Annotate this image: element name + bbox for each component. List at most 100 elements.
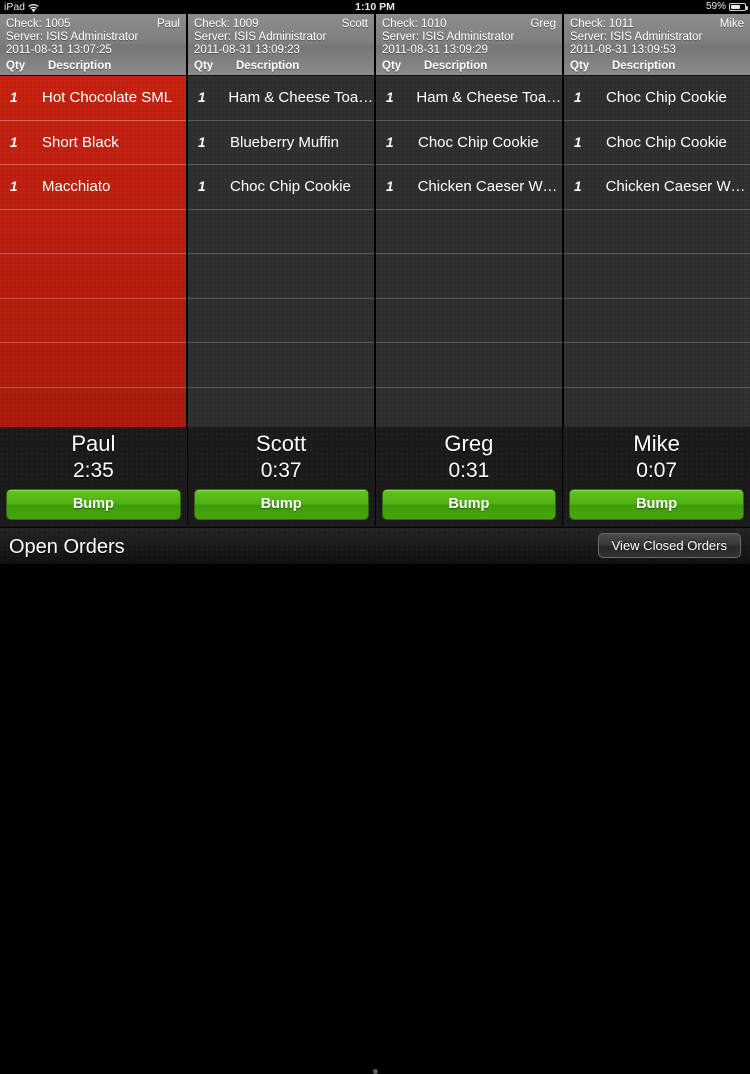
orders-grid: Check: 1005 Paul Server: ISIS Administrato… (0, 14, 750, 427)
order-item-row[interactable]: 1 Choc Chip Cookie (564, 76, 750, 121)
item-qty: 1 (10, 90, 18, 106)
description-column-header: Description (424, 60, 488, 72)
empty-order-row (0, 210, 186, 254)
empty-order-row (188, 388, 374, 428)
item-description: Choc Chip Cookie (230, 178, 351, 196)
item-description: Choc Chip Cookie (606, 133, 727, 151)
item-description: Blueberry Muffin (230, 133, 339, 151)
order-footer-1: Paul 2:35 Bump (0, 427, 188, 527)
order-header: Check: 1011 Mike Server: ISIS Administrato… (564, 14, 750, 76)
order-item-row[interactable]: 1 Ham & Cheese Toastie (376, 76, 562, 121)
item-qty: 1 (574, 134, 582, 150)
column-headers: Qty Description (382, 59, 556, 73)
bump-button[interactable]: Bump (6, 489, 181, 520)
empty-order-row (188, 254, 374, 299)
order-items-list: 1 Hot Chocolate SML 1 Short Black 1 Macchiato (0, 76, 186, 427)
page-indicator-dot[interactable] (373, 1069, 378, 1074)
empty-order-row (376, 388, 562, 428)
order-column-1[interactable]: Check: 1005 Paul Server: ISIS Administrato… (0, 14, 188, 427)
empty-order-row (564, 254, 750, 299)
order-item-row[interactable]: 1 Chicken Caeser Wrap (376, 165, 562, 210)
order-header-row: Check: 1010 Greg (382, 18, 556, 31)
order-header: Check: 1010 Greg Server: ISIS Administrato… (376, 14, 562, 76)
order-column-2[interactable]: Check: 1009 Scott Server: ISIS Administrat… (188, 14, 376, 427)
item-description: Choc Chip Cookie (418, 133, 539, 151)
view-closed-orders-button[interactable]: View Closed Orders (597, 533, 741, 558)
empty-order-row (376, 254, 562, 299)
check-number: Check: 1010 (382, 18, 447, 30)
order-items-list: 1 Ham & Cheese Toastie 1 Blueberry Muffin 1 C… (188, 76, 374, 427)
order-footer-3: Greg 0:31 Bump (376, 427, 564, 527)
order-item-row[interactable]: 1 Hot Chocolate SML (0, 76, 186, 121)
item-description: Macchiato (42, 178, 111, 196)
empty-order-row (564, 343, 750, 388)
empty-order-row (0, 388, 186, 428)
status-bar-clock: 1:10 PM (355, 1, 395, 13)
customer-name: Paul (156, 18, 180, 30)
footer-customer-name: Paul (71, 431, 116, 456)
bump-button[interactable]: Bump (569, 489, 744, 520)
order-header-row: Check: 1009 Scott (194, 18, 368, 31)
item-description: Choc Chip Cookie (606, 89, 727, 107)
order-timer: 0:31 (448, 459, 490, 482)
order-item-row[interactable]: 1 Short Black (0, 121, 186, 165)
item-qty: 1 (198, 179, 206, 195)
order-header: Check: 1005 Paul Server: ISIS Administrato… (0, 14, 186, 76)
empty-order-row (0, 254, 186, 299)
item-qty: 1 (386, 134, 394, 150)
order-timer: 0:37 (260, 459, 302, 482)
order-header-row: Check: 1005 Paul (6, 18, 180, 31)
check-number: Check: 1005 (6, 18, 71, 30)
order-item-row[interactable]: 1 Chicken Caeser Wrap (564, 165, 750, 210)
order-item-row[interactable]: 1 Choc Chip Cookie (188, 165, 374, 210)
item-qty: 1 (574, 179, 582, 195)
order-item-row[interactable]: 1 Blueberry Muffin (188, 121, 374, 165)
item-qty: 1 (198, 90, 206, 106)
empty-order-row (564, 299, 750, 343)
item-description: Ham & Cheese Toastie (416, 89, 562, 107)
order-column-4[interactable]: Check: 1011 Mike Server: ISIS Administrato… (564, 14, 750, 427)
order-header: Check: 1009 Scott Server: ISIS Administrat… (188, 14, 374, 76)
order-timestamp: 2011-08-31 13:09:53 (570, 44, 676, 56)
order-timestamp: 2011-08-31 13:07:25 (6, 44, 112, 56)
order-items-list: 1 Choc Chip Cookie 1 Choc Chip Cookie 1 Chick… (564, 76, 750, 427)
column-headers: Qty Description (6, 59, 180, 73)
order-items-list: 1 Ham & Cheese Toastie 1 Choc Chip Cookie 1 C… (376, 76, 562, 427)
order-item-row[interactable]: 1 Macchiato (0, 165, 186, 210)
order-header-row: Check: 1011 Mike (570, 18, 744, 31)
item-qty: 1 (10, 179, 18, 195)
empty-order-row (188, 343, 374, 388)
server-label: Server: ISIS Administrator (570, 31, 703, 43)
footer-customer-name: Greg (444, 431, 494, 456)
item-qty: 1 (198, 134, 206, 150)
item-description: Short Black (42, 133, 119, 151)
order-timer: 2:35 (72, 459, 114, 482)
bump-button[interactable]: Bump (193, 489, 369, 520)
order-item-row[interactable]: 1 Choc Chip Cookie (564, 121, 750, 165)
check-number: Check: 1011 (570, 18, 634, 30)
item-description: Hot Chocolate SML (42, 89, 173, 107)
item-description: Chicken Caeser Wrap (605, 178, 750, 196)
server-label: Server: ISIS Administrator (6, 31, 139, 43)
column-headers: Qty Description (194, 59, 368, 73)
description-column-header: Description (612, 60, 676, 72)
item-description: Ham & Cheese Toastie (228, 89, 374, 107)
bump-button[interactable]: Bump (381, 489, 557, 520)
qty-column-header: Qty (382, 60, 402, 72)
customer-name: Greg (530, 18, 556, 30)
battery-percent-label: 59% (705, 1, 726, 12)
battery-icon (729, 3, 748, 11)
order-item-row[interactable]: 1 Choc Chip Cookie (376, 121, 562, 165)
empty-order-row (376, 343, 562, 388)
item-qty: 1 (574, 90, 582, 106)
empty-order-row (0, 343, 186, 388)
empty-order-row (564, 210, 750, 254)
server-label: Server: ISIS Administrator (194, 31, 327, 43)
empty-order-row (376, 299, 562, 343)
qty-column-header: Qty (6, 60, 26, 72)
order-item-row[interactable]: 1 Ham & Cheese Toastie (188, 76, 374, 121)
item-qty: 1 (386, 179, 394, 195)
order-column-3[interactable]: Check: 1010 Greg Server: ISIS Administrato… (376, 14, 564, 427)
footer-customer-name: Scott (256, 431, 307, 456)
empty-order-row (0, 299, 186, 343)
